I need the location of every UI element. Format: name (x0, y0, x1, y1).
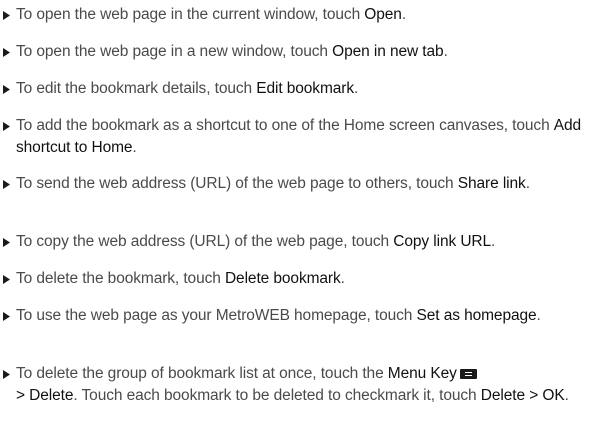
list-item: To delete the group of bookmark list at … (0, 363, 600, 407)
list-item-text: To use the web page as your MetroWEB hom… (16, 307, 541, 324)
triangle-right-icon (3, 4, 13, 26)
gt-separator: > (525, 387, 543, 404)
list-item: To copy the web address (URL) of the web… (0, 231, 600, 253)
triangle-right-icon (3, 78, 13, 100)
list-item-text: To add the bookmark as a shortcut to one… (16, 117, 582, 156)
list-item-text: To delete the group of bookmark list at … (16, 365, 569, 404)
list-item: To open the web page in the current wind… (0, 4, 600, 26)
list-item: To open the web page in a new window, to… (0, 41, 600, 63)
list-item-text: To delete the bookmark, touch Delete boo… (16, 270, 345, 287)
list-item: To use the web page as your MetroWEB hom… (0, 305, 600, 327)
bold-term: Share link (457, 175, 526, 192)
triangle-right-icon (3, 363, 13, 385)
menu-key-label: Menu Key (387, 365, 457, 382)
bold-term: Delete (29, 387, 74, 404)
list-item-text: To edit the bookmark details, touch Edit… (16, 80, 359, 97)
triangle-right-icon (3, 231, 13, 253)
menu-key-icon (459, 369, 477, 379)
bold-term: OK (542, 387, 565, 404)
triangle-right-icon (3, 173, 13, 195)
list-item: To send the web address (URL) of the web… (0, 173, 600, 195)
triangle-right-icon (3, 268, 13, 290)
bold-term: Copy link URL (393, 233, 492, 250)
list-item-text: To copy the web address (URL) of the web… (16, 233, 496, 250)
list-item-text: To send the web address (URL) of the web… (16, 175, 530, 192)
triangle-right-icon (3, 115, 13, 137)
bold-term: Delete bookmark (224, 270, 341, 287)
bold-term: Edit bookmark (256, 80, 355, 97)
list-item-text: To open the web page in the current wind… (16, 6, 407, 23)
triangle-right-icon (3, 305, 13, 327)
list-item: To delete the bookmark, touch Delete boo… (0, 268, 600, 290)
list-item-text: To open the web page in a new window, to… (16, 43, 448, 60)
bold-term: Delete (480, 387, 525, 404)
bold-term: Open (364, 6, 402, 23)
gt-separator: > (16, 387, 30, 404)
triangle-right-icon (3, 41, 13, 63)
bold-term: Open in new tab (332, 43, 444, 60)
bold-term: Set as homepage (416, 307, 537, 324)
list-item: To add the bookmark as a shortcut to one… (0, 115, 600, 159)
list-item: To edit the bookmark details, touch Edit… (0, 78, 600, 100)
